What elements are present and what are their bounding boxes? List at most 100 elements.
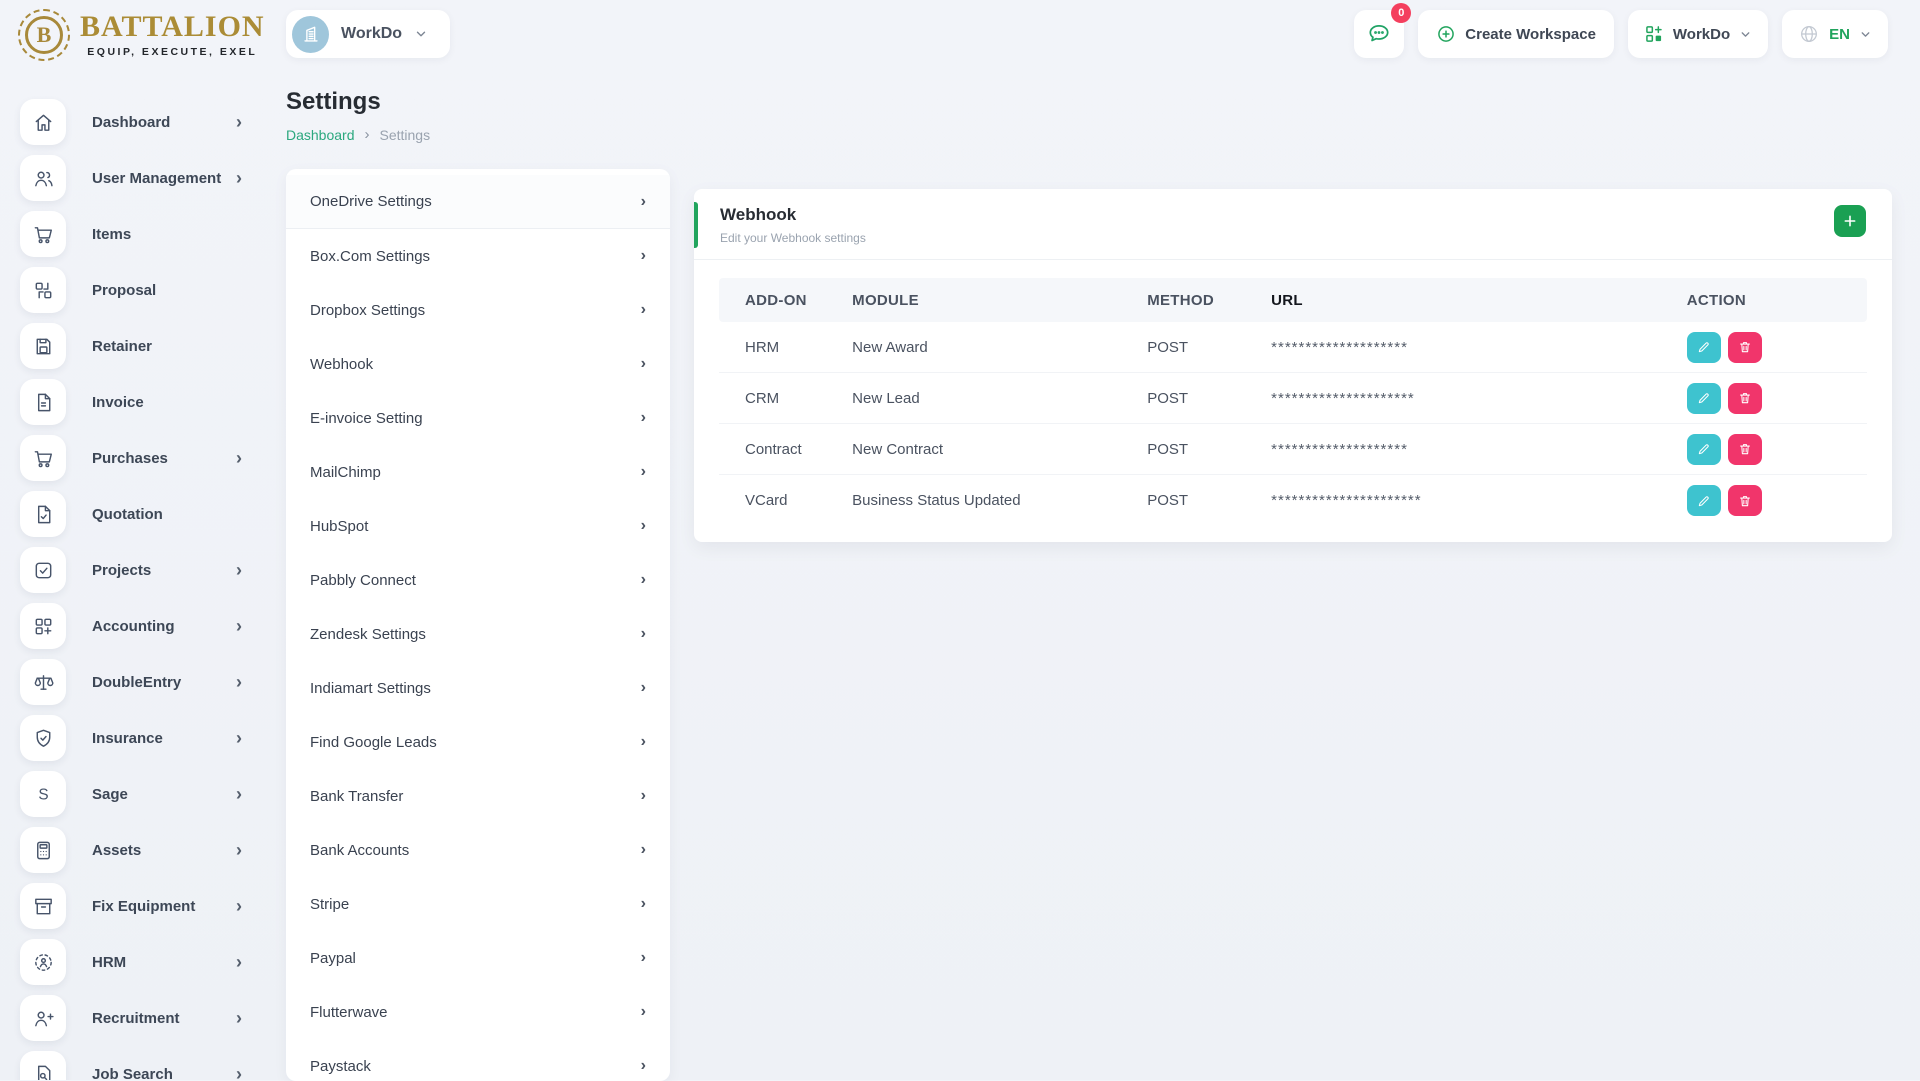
pencil-icon [1697, 391, 1711, 405]
trash-icon [1738, 442, 1752, 456]
chevron-right-icon: › [641, 355, 646, 373]
sidebar-item-proposal[interactable]: Proposal › [20, 262, 250, 318]
sidebar-item-hrm[interactable]: HRM › [20, 934, 250, 990]
sidebar-item-retainer[interactable]: Retainer › [20, 318, 250, 374]
delete-button[interactable] [1728, 332, 1762, 363]
cell-method: POST [1147, 492, 1271, 509]
column-header-action: ACTION [1687, 292, 1867, 309]
pencil-icon [1697, 340, 1711, 354]
chevron-right-icon: › [236, 617, 242, 635]
settings-menu-item-mailchimp[interactable]: MailChimp › [286, 445, 670, 499]
sidebar-item-label: Accounting [92, 618, 175, 635]
settings-menu-item-label: HubSpot [310, 518, 368, 535]
edit-button[interactable] [1687, 485, 1721, 516]
sidebar-item-projects[interactable]: Projects › [20, 542, 250, 598]
chevron-right-icon: › [641, 301, 646, 319]
settings-menu-item-dropbox-settings[interactable]: Dropbox Settings › [286, 283, 670, 337]
settings-menu-item-label: Paystack [310, 1058, 371, 1075]
cart-icon [20, 435, 66, 481]
settings-menu-item-label: Box.Com Settings [310, 248, 430, 265]
settings-menu-item-hubspot[interactable]: HubSpot › [286, 499, 670, 553]
cell-addon: VCard [719, 492, 852, 509]
sidebar-item-recruitment[interactable]: Recruitment › [20, 990, 250, 1046]
building-icon [300, 23, 322, 45]
create-workspace-button[interactable]: Create Workspace [1418, 10, 1614, 58]
edit-button[interactable] [1687, 434, 1721, 465]
settings-menu-item-bank-transfer[interactable]: Bank Transfer › [286, 769, 670, 823]
sidebar-item-purchases[interactable]: Purchases › [20, 430, 250, 486]
add-webhook-button[interactable] [1834, 205, 1866, 237]
table-body: HRM New Award POST ******************** … [719, 322, 1867, 526]
messages-button[interactable]: 0 [1354, 10, 1404, 58]
settings-menu-item-label: MailChimp [310, 464, 381, 481]
sidebar-item-label: Sage [92, 786, 128, 803]
cell-url: ********************* [1271, 390, 1687, 407]
sidebar-item-label: Quotation [92, 506, 163, 523]
settings-menu-item-label: Flutterwave [310, 1004, 388, 1021]
cart-icon [20, 211, 66, 257]
brand-initial: B [25, 16, 63, 54]
edit-button[interactable] [1687, 383, 1721, 414]
svg-text:S: S [38, 786, 48, 803]
settings-menu-item-zendesk-settings[interactable]: Zendesk Settings › [286, 607, 670, 661]
delete-button[interactable] [1728, 485, 1762, 516]
settings-menu-item-webhook[interactable]: Webhook › [286, 337, 670, 391]
settings-menu-item-e-invoice-setting[interactable]: E-invoice Setting › [286, 391, 670, 445]
cell-action [1687, 485, 1867, 516]
sidebar-item-items[interactable]: Items › [20, 206, 250, 262]
settings-menu-item-indiamart-settings[interactable]: Indiamart Settings › [286, 661, 670, 715]
cell-method: POST [1147, 441, 1271, 458]
settings-menu-item-label: Indiamart Settings [310, 680, 431, 697]
sidebar-item-doubleentry[interactable]: DoubleEntry › [20, 654, 250, 710]
sidebar-item-fix-equipment[interactable]: Fix Equipment › [20, 878, 250, 934]
brand-emblem-icon: B [18, 9, 70, 61]
sidebar-item-insurance[interactable]: Insurance › [20, 710, 250, 766]
settings-menu-item-onedrive-settings[interactable]: OneDrive Settings › [286, 175, 670, 229]
table-row: HRM New Award POST ******************** [719, 322, 1867, 373]
create-workspace-label: Create Workspace [1465, 26, 1596, 43]
sidebar-item-invoice[interactable]: Invoice › [20, 374, 250, 430]
sidebar-item-dashboard[interactable]: Dashboard › [20, 94, 250, 150]
trash-icon [1738, 391, 1752, 405]
settings-menu-item-paystack[interactable]: Paystack › [286, 1039, 670, 1081]
table-header-row: ADD-ON MODULE METHOD URL ACTION [719, 278, 1867, 322]
sidebar-item-label: Recruitment [92, 1010, 180, 1027]
trash-icon [1738, 494, 1752, 508]
grid-plus-icon [1644, 24, 1664, 44]
chevron-right-icon: › [641, 733, 646, 751]
chevron-right-icon: › [641, 841, 646, 859]
settings-menu-item-box-com-settings[interactable]: Box.Com Settings › [286, 229, 670, 283]
sidebar-item-job-search[interactable]: Job Search › [20, 1046, 250, 1080]
workspace-selector[interactable]: WorkDo [286, 10, 450, 58]
settings-menu-item-find-google-leads[interactable]: Find Google Leads › [286, 715, 670, 769]
chevron-right-icon: › [641, 1057, 646, 1075]
sidebar-item-user-management[interactable]: User Management › [20, 150, 250, 206]
column-header-addon: ADD-ON [719, 292, 852, 309]
delete-button[interactable] [1728, 434, 1762, 465]
sidebar-item-assets[interactable]: Assets › [20, 822, 250, 878]
settings-menu-item-flutterwave[interactable]: Flutterwave › [286, 985, 670, 1039]
sidebar-item-label: Job Search [92, 1066, 173, 1081]
sidebar-item-accounting[interactable]: Accounting › [20, 598, 250, 654]
chevron-down-icon [1859, 28, 1872, 41]
settings-menu-item-stripe[interactable]: Stripe › [286, 877, 670, 931]
edit-button[interactable] [1687, 332, 1721, 363]
grid-shuffle-icon [20, 267, 66, 313]
chevron-right-icon: › [236, 1009, 242, 1027]
cell-url: ******************** [1271, 441, 1687, 458]
sidebar-item-sage[interactable]: S Sage › [20, 766, 250, 822]
workdo-menu-button[interactable]: WorkDo [1628, 10, 1768, 58]
language-selector[interactable]: EN [1782, 10, 1888, 58]
top-bar: B BATTALION EQUIP, EXECUTE, EXEL WorkDo … [0, 0, 1920, 72]
delete-button[interactable] [1728, 383, 1762, 414]
sidebar-item-label: Invoice [92, 394, 144, 411]
plus-circle-icon [1436, 24, 1456, 44]
breadcrumb-dashboard-link[interactable]: Dashboard [286, 127, 355, 143]
settings-menu-item-bank-accounts[interactable]: Bank Accounts › [286, 823, 670, 877]
workspace-name: WorkDo [341, 25, 402, 43]
sidebar-item-quotation[interactable]: Quotation › [20, 486, 250, 542]
column-header-method: METHOD [1147, 292, 1271, 309]
settings-menu-item-paypal[interactable]: Paypal › [286, 931, 670, 985]
sidebar-item-label: Fix Equipment [92, 898, 195, 915]
settings-menu-item-pabbly-connect[interactable]: Pabbly Connect › [286, 553, 670, 607]
